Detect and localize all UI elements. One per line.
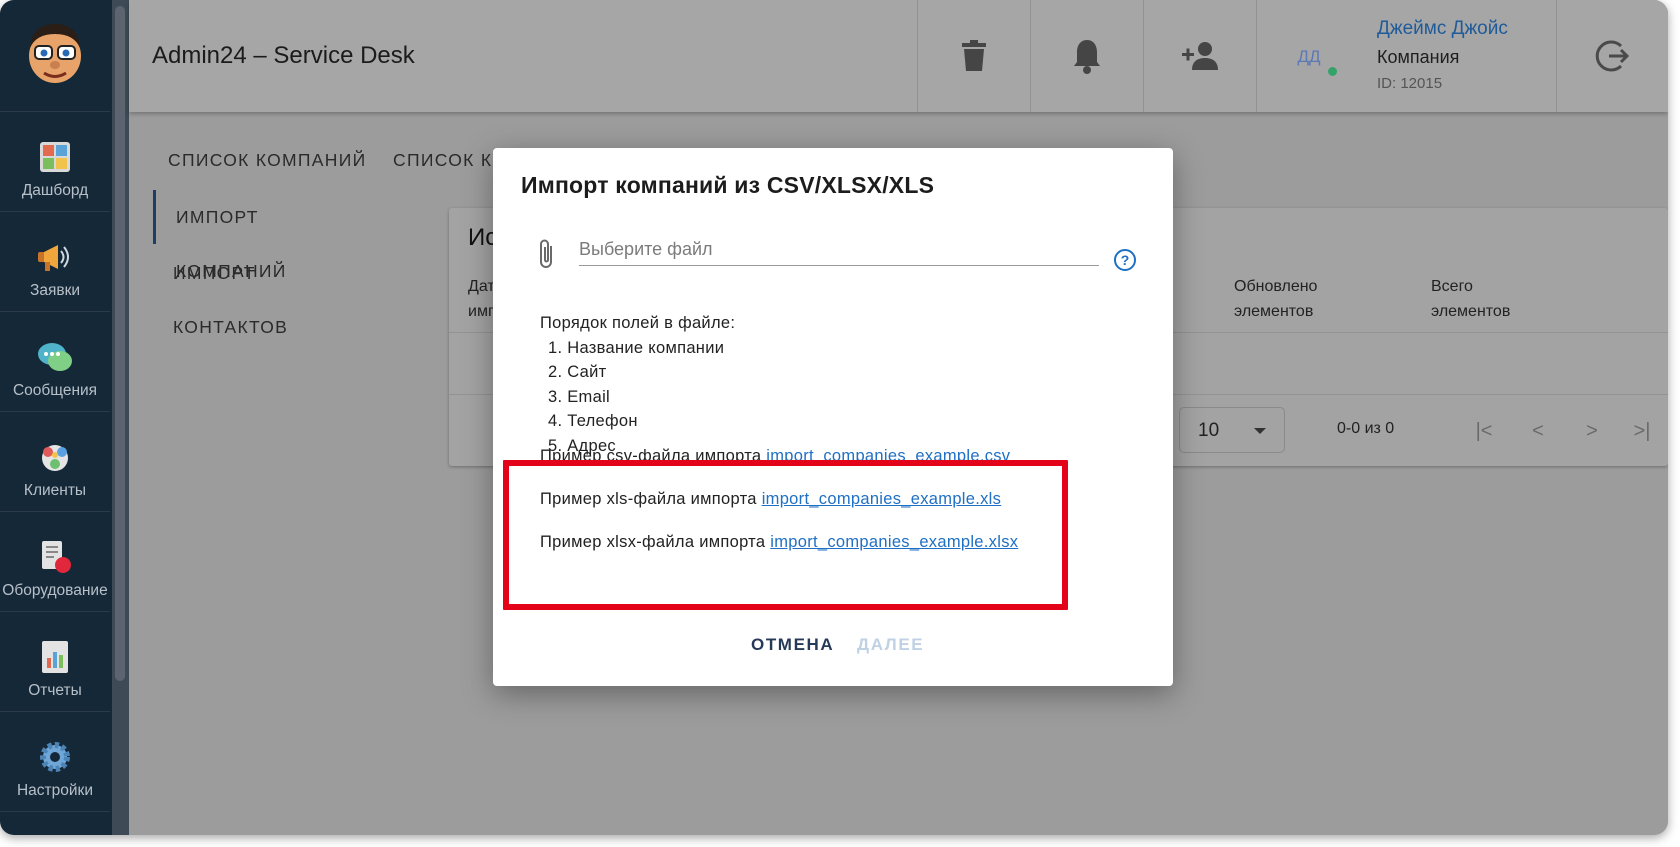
- paperclip-icon[interactable]: [537, 238, 557, 270]
- topbar: Admin24 – Service Desk ДД Джеймс Джойс К…: [129, 0, 1668, 112]
- highlight-box: [503, 460, 1068, 610]
- megaphone-icon: [38, 245, 69, 271]
- app-window: Дашборд Заявки Сообщения Клиенты Оборудо…: [0, 0, 1668, 835]
- logout-icon: [1595, 40, 1629, 72]
- sidebar-item-clients[interactable]: Клиенты: [0, 412, 110, 512]
- column-header-updated: Обновлено элементов: [1234, 274, 1317, 324]
- column-header-line: элементов: [1431, 303, 1511, 320]
- sidebar-item-label: Сообщения: [12, 382, 98, 399]
- rows-per-page-select[interactable]: 10: [1179, 407, 1285, 453]
- sidebar-item-reports[interactable]: Отчеты: [0, 612, 110, 712]
- sidebar-item-dashboard[interactable]: Дашборд: [0, 112, 110, 212]
- help-icon[interactable]: ?: [1113, 248, 1137, 272]
- field-order-item: 1. Название компании: [548, 338, 725, 357]
- field-order-item: 4. Телефон: [548, 412, 638, 431]
- next-page-icon[interactable]: >: [1579, 418, 1605, 444]
- user-company: Компания: [1377, 47, 1460, 67]
- equipment-icon: [42, 541, 71, 573]
- user-name[interactable]: Джеймс Джойс: [1377, 18, 1508, 40]
- chevron-down-icon: [1254, 428, 1266, 434]
- sidebar: Дашборд Заявки Сообщения Клиенты Оборудо…: [0, 0, 129, 835]
- column-header-line: Всего: [1431, 278, 1473, 295]
- logo[interactable]: [0, 0, 110, 112]
- add-user-icon: [1182, 42, 1218, 70]
- trash-icon: [962, 40, 986, 71]
- cancel-button[interactable]: ОТМЕНА: [751, 635, 834, 655]
- last-page-icon[interactable]: >|: [1629, 418, 1655, 444]
- bell-icon: [1074, 40, 1100, 74]
- logout-button[interactable]: [1556, 0, 1668, 112]
- file-input[interactable]: [579, 234, 1099, 266]
- pagination-info: 0-0 из 0: [1337, 420, 1395, 437]
- tab-companies-list[interactable]: СПИСОК КОМПАНИЙ: [168, 150, 366, 171]
- field-order-header: Порядок полей в файле:: [540, 314, 736, 332]
- user-avatar[interactable]: ДД: [1292, 40, 1326, 74]
- prev-page-icon[interactable]: <: [1525, 418, 1551, 444]
- sidebar-item-label: Оборудование: [2, 582, 108, 599]
- add-user-button[interactable]: [1143, 0, 1256, 112]
- sidebar-item-label: Отчеты: [28, 682, 82, 699]
- user-id: ID: 12015: [1377, 75, 1443, 92]
- avatar-logo-icon: [29, 24, 81, 83]
- field-order-item: 2. Сайт: [548, 363, 607, 382]
- sidebar-item-label: Дашборд: [21, 182, 89, 199]
- field-order-item: 3. Email: [548, 387, 611, 406]
- field-order-description: Порядок полей в файле: 1. Название компа…: [540, 311, 735, 459]
- sidebar-item-label: Заявки: [29, 282, 81, 299]
- rows-per-page-value: 10: [1198, 420, 1220, 441]
- notifications-button[interactable]: [1030, 0, 1143, 112]
- chat-bubbles-icon: [38, 343, 72, 371]
- app-title: Admin24 – Service Desk: [152, 42, 415, 69]
- column-header-line: Обновлено: [1234, 278, 1318, 295]
- dashboard-icon: [40, 142, 70, 172]
- svg-text:?: ?: [1121, 252, 1130, 268]
- subtab-import-companies[interactable]: ИМПОРТ КОМПАНИЙ: [153, 190, 363, 281]
- column-header-line: элементов: [1234, 303, 1314, 320]
- report-icon: [42, 641, 68, 673]
- sidebar-item-settings[interactable]: Настройки: [0, 712, 110, 812]
- sidebar-item-label: Клиенты: [23, 482, 87, 499]
- tab-contacts-list[interactable]: СПИСОК КО: [393, 150, 507, 171]
- online-status-dot: [1328, 67, 1337, 76]
- clients-icon: [42, 445, 68, 471]
- sidebar-item-requests[interactable]: Заявки: [0, 212, 110, 312]
- subtab-import-contacts[interactable]: ИМПОРТ КОНТАКТОВ: [153, 246, 363, 337]
- sidebar-scrollbar-thumb[interactable]: [115, 6, 125, 681]
- dialog-title: Импорт компаний из CSV/XLSX/XLS: [521, 172, 935, 198]
- first-page-icon[interactable]: |<: [1471, 418, 1497, 444]
- sidebar-item-label: Настройки: [16, 782, 93, 799]
- column-header-total: Всего элементов: [1431, 274, 1510, 324]
- next-button[interactable]: ДАЛЕЕ: [857, 635, 924, 655]
- sidebar-item-equipment[interactable]: Оборудование: [0, 512, 110, 612]
- trash-button[interactable]: [917, 0, 1030, 112]
- sidebar-item-messages[interactable]: Сообщения: [0, 312, 110, 412]
- gear-icon: [40, 742, 70, 772]
